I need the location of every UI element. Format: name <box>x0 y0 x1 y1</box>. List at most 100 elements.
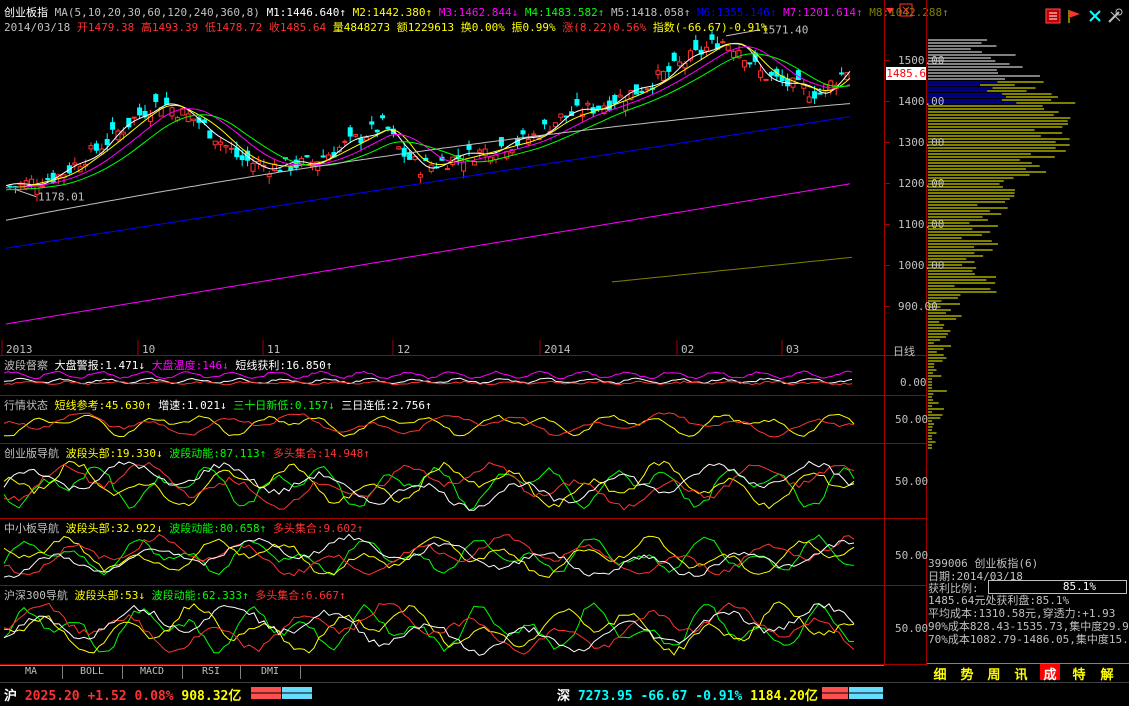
tab-ma[interactable]: MA <box>0 666 63 679</box>
candle-body <box>223 145 229 148</box>
candle-body <box>304 155 310 158</box>
panel-title: 沪深300导航 <box>4 589 75 602</box>
candle-body <box>104 139 110 145</box>
candle-body <box>407 152 413 160</box>
candle-body <box>477 149 483 153</box>
panel-legend-bodu: 波段督察 大盘警报:1.471↓ 大盘温度:146↓ 短线获利:16.850↑ <box>4 357 332 373</box>
tab-macd[interactable]: MACD <box>122 666 183 679</box>
candle-body <box>574 99 580 106</box>
tab-xi[interactable]: 细 <box>930 664 950 683</box>
candle-body <box>617 94 623 98</box>
panel-legend-hangqing: 行情状态 短线参考:45.630↑ 增速:1.021↓ 三十日新低:0.157↓… <box>4 397 432 413</box>
candle-body <box>660 70 666 81</box>
candle-body <box>531 133 537 136</box>
annotation-high: 1571.40 <box>762 24 808 37</box>
x-tick-label: 10 <box>142 343 156 356</box>
sz-chg: -66.67 <box>640 689 688 704</box>
candle-body <box>731 50 737 58</box>
y-tick-label: 1000.00 <box>898 258 945 272</box>
candle-body <box>277 169 283 172</box>
panel1-ytick: 0.00 <box>900 376 927 389</box>
candle-body <box>806 96 812 103</box>
candle-body <box>758 70 764 78</box>
candle-body <box>552 122 558 128</box>
chip-ratio-value: 85.1% <box>1062 580 1096 593</box>
tab-te[interactable]: 特 <box>1069 664 1089 683</box>
candle-body <box>596 105 602 110</box>
candle-body <box>741 60 747 68</box>
candle-body <box>93 143 99 151</box>
sh-label: 沪 <box>4 689 18 704</box>
candle-body <box>677 61 683 67</box>
hs300-series-0 <box>3 602 855 654</box>
candle-body <box>644 88 650 91</box>
ma5-line <box>5 43 851 187</box>
sz-amt: 1184.20亿 <box>750 689 818 704</box>
candle-body <box>461 161 467 172</box>
candle-body <box>466 144 472 150</box>
sz-pct: -0.91% <box>695 689 743 704</box>
panel-divider-2 <box>0 395 926 396</box>
chip-stat-line: 平均成本:1310.58元,穿透力:+1.93 <box>928 607 1116 620</box>
sh-pct: 0.08% <box>134 689 174 704</box>
candle-body <box>725 45 731 51</box>
candle-body <box>671 52 677 61</box>
tab-cheng[interactable]: 成 <box>1040 664 1060 683</box>
panel-legend-chuangye: 创业版导航 波段头部:19.330↓ 波段动能:87.113↑ 多头集合:14.… <box>4 445 370 461</box>
x-tick-label: 11 <box>267 343 281 356</box>
tab-rsi[interactable]: RSI <box>182 666 241 679</box>
sz-index-quote[interactable]: 深 7273.95 -66.67 -0.91% 1184.20亿 <box>557 685 818 704</box>
panel-divider-4 <box>0 518 926 519</box>
annotation-leader <box>15 189 37 198</box>
candle-body <box>385 126 391 129</box>
panel-series-value: 波段动能:87.113↑ <box>169 447 273 460</box>
candle-body <box>520 130 526 135</box>
candle-body <box>191 118 197 122</box>
x-tick-label: 12 <box>397 343 411 356</box>
tab-shi[interactable]: 势 <box>957 664 977 683</box>
candle-body <box>164 97 170 105</box>
candle-body <box>585 102 591 106</box>
candle-body <box>358 138 364 144</box>
x-unit-label: 日线 <box>893 345 915 358</box>
tab-boll[interactable]: BOLL <box>62 666 123 679</box>
zhongxiao-series-0 <box>3 534 855 576</box>
candle-body <box>401 147 407 157</box>
chip-stat-line: 70%成本1082.79-1486.05,集中度15.7 <box>928 633 1129 646</box>
sh-index-quote[interactable]: 沪 2025.20 +1.52 0.08% 908.32亿 <box>4 685 241 704</box>
annotation-leader <box>725 29 761 37</box>
sz-label: 深 <box>557 689 571 704</box>
candle-body <box>417 173 423 178</box>
panel-title: 中小板导航 <box>4 522 66 535</box>
candle-body <box>666 66 672 72</box>
tab-zhou[interactable]: 周 <box>984 664 1004 683</box>
tab-dmi[interactable]: DMI <box>240 666 301 679</box>
tab-jie[interactable]: 解 <box>1097 664 1117 683</box>
candle-body <box>709 34 715 40</box>
candle-body <box>153 94 159 102</box>
candle-body <box>212 140 218 146</box>
candle-body <box>498 137 504 147</box>
candle-body <box>353 134 359 137</box>
sh-breadth-bar <box>251 687 313 702</box>
chuangye-series-2 <box>3 461 855 511</box>
candle-body <box>785 78 791 87</box>
candle-body <box>369 121 375 125</box>
annotation-low: 1178.01 <box>38 191 84 204</box>
candle-body <box>137 107 143 116</box>
panel3-ytick: 50.00 <box>895 475 929 488</box>
panel-series-value: 波段头部:19.330↓ <box>65 447 170 460</box>
candle-body <box>72 162 78 166</box>
x-tick-label: 03 <box>786 343 800 356</box>
panel-series-value: 大盘温度:146↓ <box>151 359 236 372</box>
panel5-ytick: 50.00 <box>895 622 929 635</box>
tab-xun[interactable]: 讯 <box>1011 664 1031 683</box>
panel4-ytick: 50.00 <box>895 549 929 562</box>
panel-series-value: 波段头部:32.922↓ <box>65 522 170 535</box>
panel-title: 创业版导航 <box>4 447 66 460</box>
candle-body <box>704 46 710 52</box>
chart-right-border <box>884 0 885 665</box>
candle-body <box>768 71 774 76</box>
y-tick-label: 900.00 <box>898 299 938 313</box>
candle-body <box>747 62 753 65</box>
